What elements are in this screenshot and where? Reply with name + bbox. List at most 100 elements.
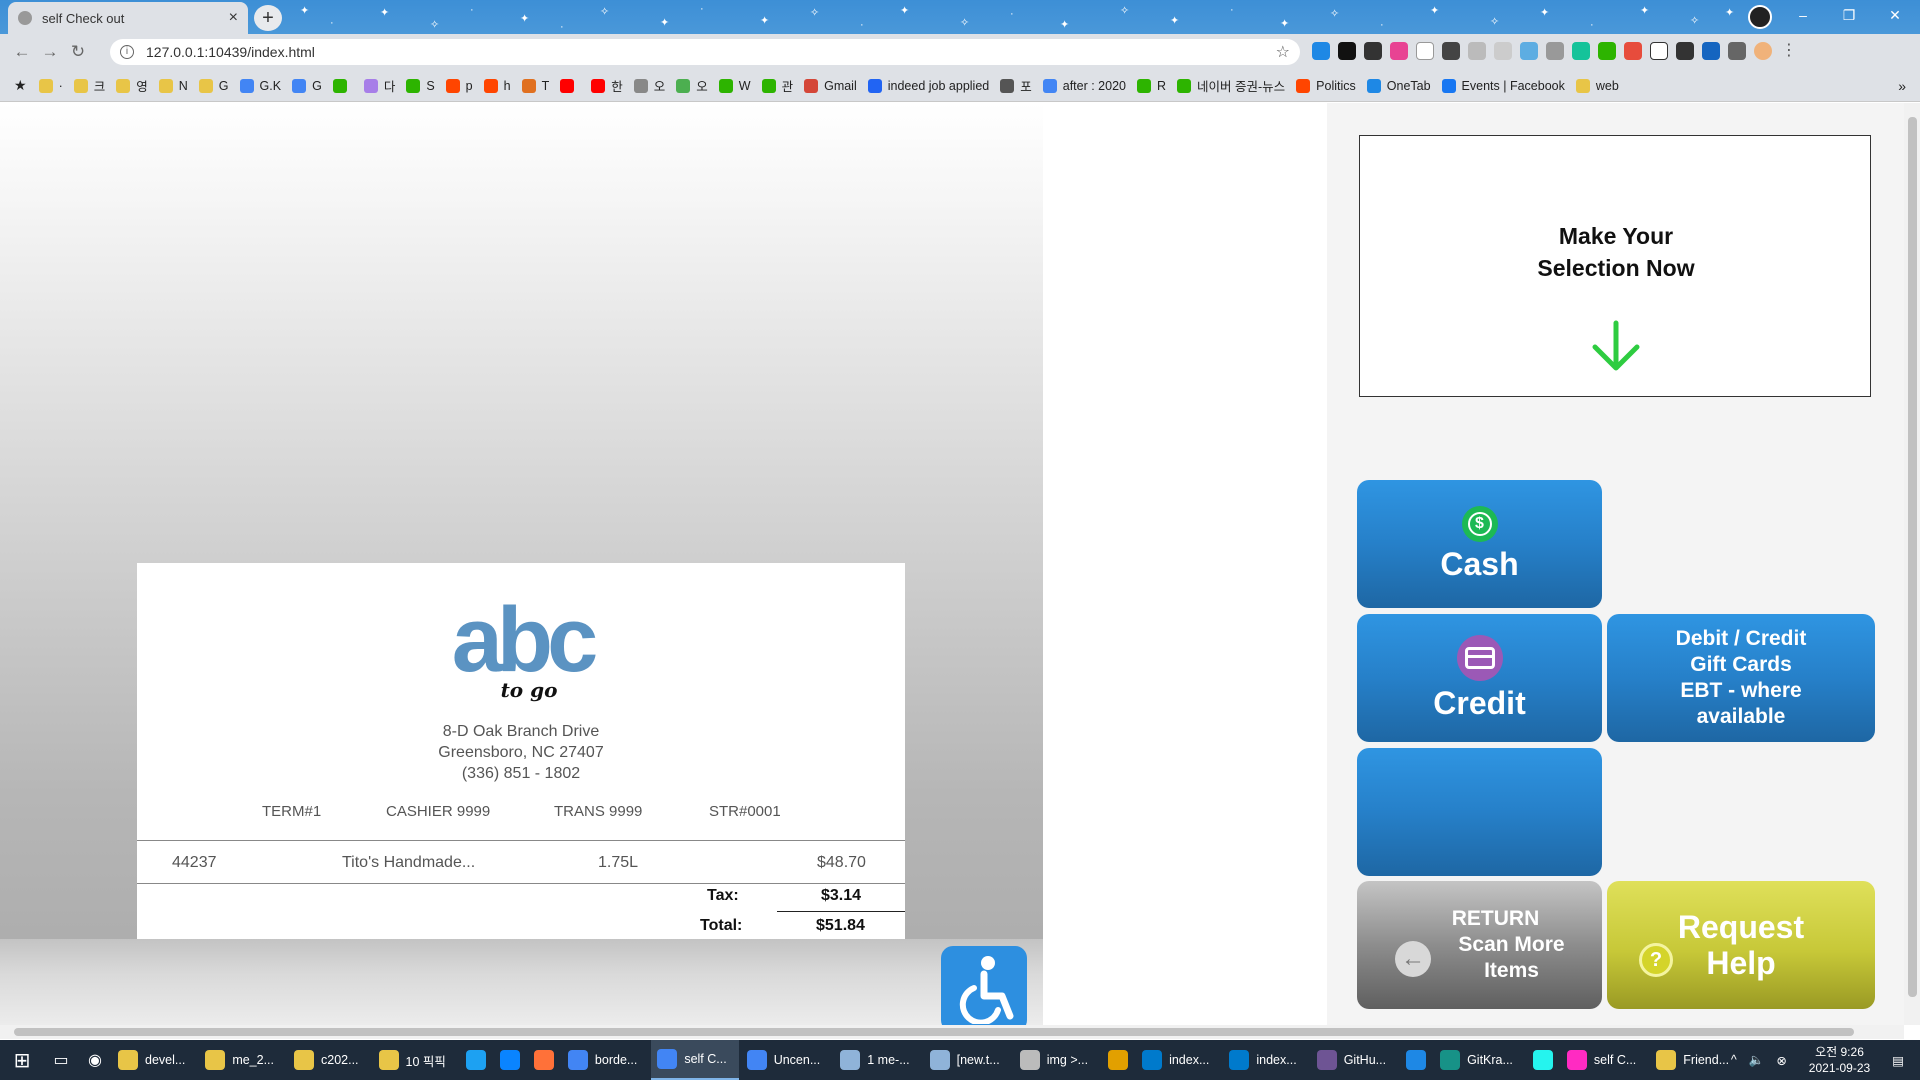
taskbar-app[interactable]: [1102, 1040, 1134, 1080]
bookmark-item[interactable]: after : 2020: [1042, 78, 1126, 93]
return-scan-more-button[interactable]: ← RETURN Scan More Items: [1357, 881, 1602, 1009]
notification-icon[interactable]: ▤: [1892, 1053, 1904, 1068]
bookmark-item[interactable]: 오: [633, 76, 665, 95]
request-help-button[interactable]: ? Request Help: [1607, 881, 1875, 1009]
taskbar-app[interactable]: 10 픽픽: [373, 1040, 458, 1080]
bookmark-item[interactable]: 네이버 증권-뉴스: [1177, 76, 1285, 95]
bookmark-item[interactable]: 크: [73, 76, 105, 95]
cortana-icon[interactable]: ◉: [78, 1050, 112, 1070]
cash-button[interactable]: $ Cash: [1357, 480, 1602, 608]
bookmark-item[interactable]: indeed job applied: [867, 78, 989, 93]
taskbar-app[interactable]: devel...: [112, 1040, 197, 1080]
debit-credit-gift-ebt-button[interactable]: Debit / Credit Gift Cards EBT - where av…: [1607, 614, 1875, 742]
credit-button[interactable]: Credit: [1357, 614, 1602, 742]
bookmark-item[interactable]: Politics: [1296, 78, 1356, 93]
bookmark-item[interactable]: S: [406, 78, 435, 93]
bookmark-item[interactable]: R: [1137, 78, 1166, 93]
taskbar-app[interactable]: [528, 1040, 560, 1080]
taskbar-app[interactable]: [494, 1040, 526, 1080]
taskbar-app[interactable]: [1400, 1040, 1432, 1080]
extension-icon[interactable]: [1624, 42, 1642, 60]
menu-dots-icon[interactable]: ⋮: [1780, 42, 1798, 60]
bookmark-item[interactable]: 관: [761, 76, 793, 95]
avatar[interactable]: [1754, 42, 1772, 60]
task-view-icon[interactable]: ▭: [44, 1050, 78, 1070]
extension-icon[interactable]: [1494, 42, 1512, 60]
extension-icon[interactable]: [1676, 42, 1694, 60]
bookmark-item[interactable]: T: [521, 78, 549, 93]
accessibility-button[interactable]: [941, 946, 1027, 1025]
volume-icon[interactable]: 🔈: [1749, 1053, 1765, 1068]
horizontal-scrollbar[interactable]: [0, 1025, 1904, 1039]
clock[interactable]: 오전 9:26 2021-09-23: [1809, 1044, 1870, 1076]
minimize-button[interactable]: –: [1780, 0, 1826, 30]
bookmark-item[interactable]: [332, 78, 353, 93]
taskbar-app[interactable]: self C...: [651, 1040, 739, 1080]
bookmark-item[interactable]: ·: [38, 78, 63, 93]
bookmark-item[interactable]: G: [198, 78, 229, 93]
bookmark-item[interactable]: N: [158, 78, 188, 93]
bookmark-item[interactable]: 영: [116, 76, 148, 95]
info-icon[interactable]: i: [120, 45, 134, 59]
bookmark-item[interactable]: web: [1575, 78, 1619, 93]
extension-icon[interactable]: [1468, 42, 1486, 60]
network-icon[interactable]: ⊗: [1776, 1053, 1786, 1068]
bookmark-star-icon[interactable]: ☆: [1276, 42, 1290, 62]
extension-icon[interactable]: [1702, 42, 1720, 60]
bookmark-item[interactable]: OneTab: [1366, 78, 1431, 93]
extension-icon[interactable]: [1546, 42, 1564, 60]
extension-icon[interactable]: [1442, 42, 1460, 60]
taskbar-app[interactable]: me_2...: [199, 1040, 286, 1080]
bookmark-item[interactable]: 한: [591, 76, 623, 95]
tab-self-check-out[interactable]: self Check out ×: [8, 2, 248, 34]
taskbar-app[interactable]: Uncen...: [741, 1040, 833, 1080]
bookmark-item[interactable]: W: [718, 78, 751, 93]
extension-icon[interactable]: [1390, 42, 1408, 60]
bookmark-item[interactable]: 오: [676, 76, 708, 95]
bookmark-item[interactable]: G: [292, 78, 322, 93]
puzzle-icon[interactable]: [1728, 42, 1746, 60]
taskbar-app[interactable]: 1 me-...: [834, 1040, 921, 1080]
taskbar-app[interactable]: [1527, 1040, 1559, 1080]
new-tab-button[interactable]: +: [254, 5, 282, 31]
tray-chevron-icon[interactable]: ^: [1731, 1053, 1737, 1067]
taskbar-app[interactable]: [new.t...: [924, 1040, 1012, 1080]
extension-icon[interactable]: [1312, 42, 1330, 60]
taskbar-app[interactable]: borde...: [562, 1040, 649, 1080]
bookmark-item[interactable]: [560, 78, 580, 93]
vertical-scrollbar[interactable]: [1904, 103, 1920, 1025]
taskbar-app[interactable]: index...: [1223, 1040, 1308, 1080]
address-bar[interactable]: i 127.0.0.1:10439/index.html ☆: [110, 39, 1300, 65]
taskbar-app[interactable]: self C...: [1561, 1040, 1648, 1080]
taskbar-app[interactable]: img >...: [1014, 1040, 1100, 1080]
windows-start-icon[interactable]: ⊞: [0, 1048, 44, 1073]
bookmark-item[interactable]: 포: [1000, 76, 1032, 95]
extension-icon[interactable]: [1572, 42, 1590, 60]
extension-icon[interactable]: [1650, 42, 1668, 60]
maximize-button[interactable]: ❐: [1826, 0, 1872, 30]
bookmark-item[interactable]: 다: [363, 76, 395, 95]
close-window-button[interactable]: ✕: [1872, 0, 1918, 30]
forward-arrow-icon[interactable]: →: [36, 42, 64, 62]
extension-icon[interactable]: [1364, 42, 1382, 60]
bookmark-star-icon[interactable]: ★: [14, 77, 27, 94]
bookmark-item[interactable]: Gmail: [804, 78, 857, 93]
extension-icon[interactable]: [1416, 42, 1434, 60]
taskbar-app[interactable]: GitHu...: [1311, 1040, 1398, 1080]
extension-icon[interactable]: [1520, 42, 1538, 60]
bookmark-item[interactable]: p: [445, 78, 473, 93]
bookmark-item[interactable]: Events | Facebook: [1441, 78, 1565, 93]
extension-icon[interactable]: [1338, 42, 1356, 60]
bookmarks-overflow-icon[interactable]: »: [1898, 78, 1906, 94]
taskbar-app[interactable]: [460, 1040, 492, 1080]
tab-close-icon[interactable]: ×: [229, 9, 238, 27]
bookmark-item[interactable]: h: [483, 78, 511, 93]
profile-icon[interactable]: [1748, 5, 1772, 29]
bookmark-item[interactable]: G.K: [239, 78, 281, 93]
empty-payment-button[interactable]: [1357, 748, 1602, 876]
extension-icon[interactable]: [1598, 42, 1616, 60]
taskbar-app[interactable]: index...: [1136, 1040, 1221, 1080]
reload-icon[interactable]: ↻: [64, 42, 92, 62]
taskbar-app[interactable]: c202...: [288, 1040, 371, 1080]
back-arrow-icon[interactable]: ←: [8, 42, 36, 62]
